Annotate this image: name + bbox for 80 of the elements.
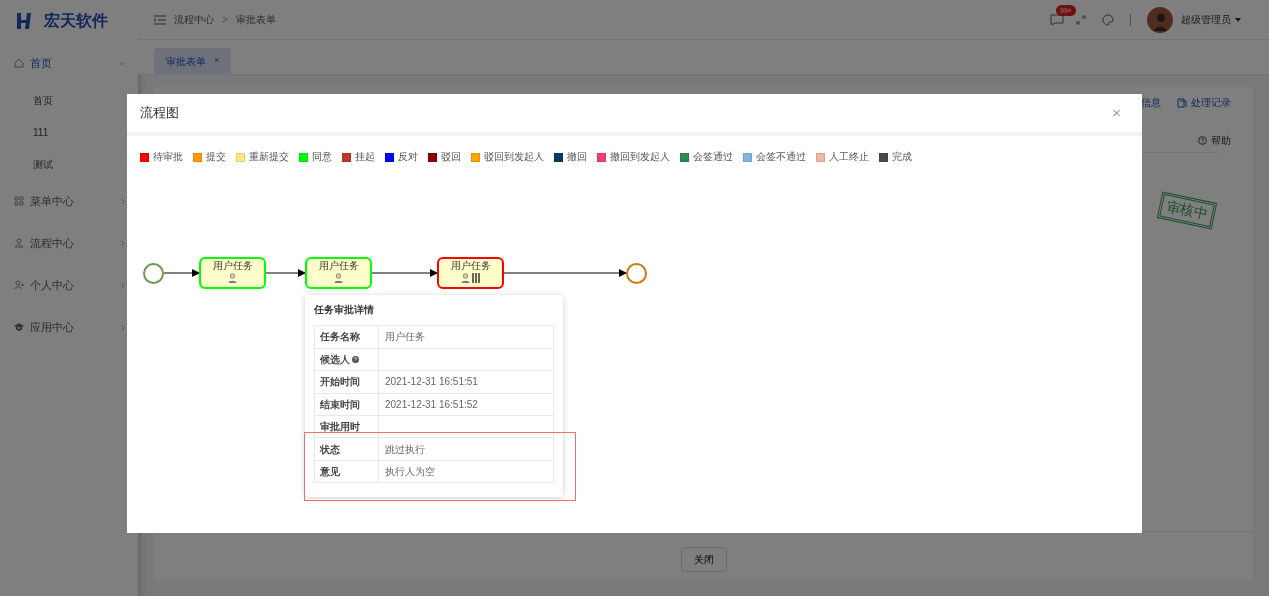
legend-label: 挂起: [355, 150, 375, 164]
table-cell-text: 执行人为空: [385, 465, 435, 480]
chevron-icon: [119, 239, 126, 247]
submenu-item[interactable]: 首页: [33, 92, 53, 108]
chat-icon[interactable]: [1050, 13, 1064, 26]
user-icon: [461, 273, 470, 284]
help-link[interactable]: 帮助: [1211, 133, 1231, 148]
chevron-icon: [119, 281, 126, 289]
legend-label: 会签不通过: [756, 150, 806, 164]
legend-label: 人工终止: [829, 150, 869, 164]
legend-label: 驳回到发起人: [484, 150, 544, 164]
table-cell-text: 2021-12-31 16:51:51: [385, 375, 478, 390]
table-cell-text: 用户任务: [385, 330, 425, 345]
parallel-marker-icon: [472, 273, 480, 284]
status-stamp: 审核中: [1159, 193, 1215, 228]
legend-label: 同意: [312, 150, 332, 164]
table-cell-text: 审批用时: [320, 420, 360, 435]
table-cell-text: 开始时间: [320, 375, 360, 390]
help-icon: [1198, 136, 1207, 145]
menu-item-icon: [14, 322, 24, 332]
user-icon: [334, 273, 343, 284]
chevron-icon: [119, 59, 126, 67]
menu-item-icon: [14, 196, 24, 206]
sidebar-item[interactable]: 菜单中心: [0, 180, 138, 222]
table-cell-text: 候选人: [320, 353, 350, 368]
table-cell-text: 状态: [320, 442, 340, 457]
sidebar-item[interactable]: 个人中心: [0, 264, 138, 306]
sidebar-item[interactable]: 流程中心: [0, 222, 138, 264]
table-cell-text: 意见: [320, 465, 340, 480]
flow-arrow: [163, 269, 200, 278]
close-icon[interactable]: ×: [1112, 101, 1121, 125]
task-label: 用户任务: [450, 259, 491, 273]
legend-label: 提交: [206, 150, 226, 164]
close-button[interactable]: 关闭: [680, 547, 727, 572]
logo-text: 宏天软件: [44, 11, 108, 31]
tab-close-icon[interactable]: ×: [214, 54, 220, 68]
palette-icon[interactable]: [1102, 13, 1114, 26]
modal-title: 流程图: [140, 104, 179, 123]
caret-icon[interactable]: [1235, 17, 1241, 22]
submenu-item[interactable]: 111: [33, 124, 49, 140]
task-node[interactable]: 用户任务: [305, 257, 372, 290]
task-node[interactable]: 用户任务: [199, 257, 266, 290]
flow-arrow: [371, 269, 438, 278]
task-node[interactable]: 用户任务: [437, 257, 504, 290]
chevron-icon: [119, 323, 126, 331]
avatar[interactable]: [1147, 6, 1173, 33]
legend-label: 撤回: [567, 150, 587, 164]
flow-arrow: [265, 269, 306, 278]
sidebar-item[interactable]: 应用中心: [0, 306, 138, 348]
menu-item-icon: [14, 280, 24, 290]
legend-label: 会签通过: [693, 150, 733, 164]
breadcrumb-item: 审批表单: [235, 13, 276, 27]
legend-label: 待审批: [153, 150, 183, 164]
fullscreen-icon[interactable]: [1076, 14, 1086, 25]
menu-item-icon: [14, 238, 24, 248]
help-icon[interactable]: [352, 356, 359, 364]
record-icon: [1177, 97, 1187, 108]
legend-label: 重新提交: [249, 150, 289, 164]
records-link[interactable]: 处理记录: [1191, 95, 1231, 110]
breadcrumb-separator: >: [222, 13, 228, 27]
legend-label: 驳回: [441, 150, 461, 164]
table-cell-text: 结束时间: [320, 397, 360, 412]
user-name[interactable]: 超级管理员: [1181, 12, 1231, 27]
task-label: 用户任务: [212, 259, 253, 273]
tab[interactable]: 审批表单 ×: [154, 48, 232, 74]
sidebar-item[interactable]: 首页: [0, 42, 138, 84]
submenu-item[interactable]: 测试: [33, 156, 53, 172]
task-label: 用户任务: [318, 259, 359, 273]
table-cell-text: 任务名称: [320, 330, 360, 345]
menu-item-icon: [14, 58, 24, 68]
popover-title: 任务审批详情: [314, 303, 375, 318]
table-cell-text: 2021-12-31 16:51:52: [385, 397, 478, 412]
legend-label: 完成: [892, 150, 912, 164]
breadcrumb-item[interactable]: 流程中心: [174, 12, 214, 27]
menu-icon[interactable]: [154, 14, 166, 25]
legend-label: 撤回到发起人: [610, 150, 670, 164]
legend-label: 反对: [398, 150, 418, 164]
user-icon: [228, 273, 237, 284]
chevron-icon: [119, 197, 126, 205]
table-cell-text: 跳过执行: [385, 442, 425, 457]
